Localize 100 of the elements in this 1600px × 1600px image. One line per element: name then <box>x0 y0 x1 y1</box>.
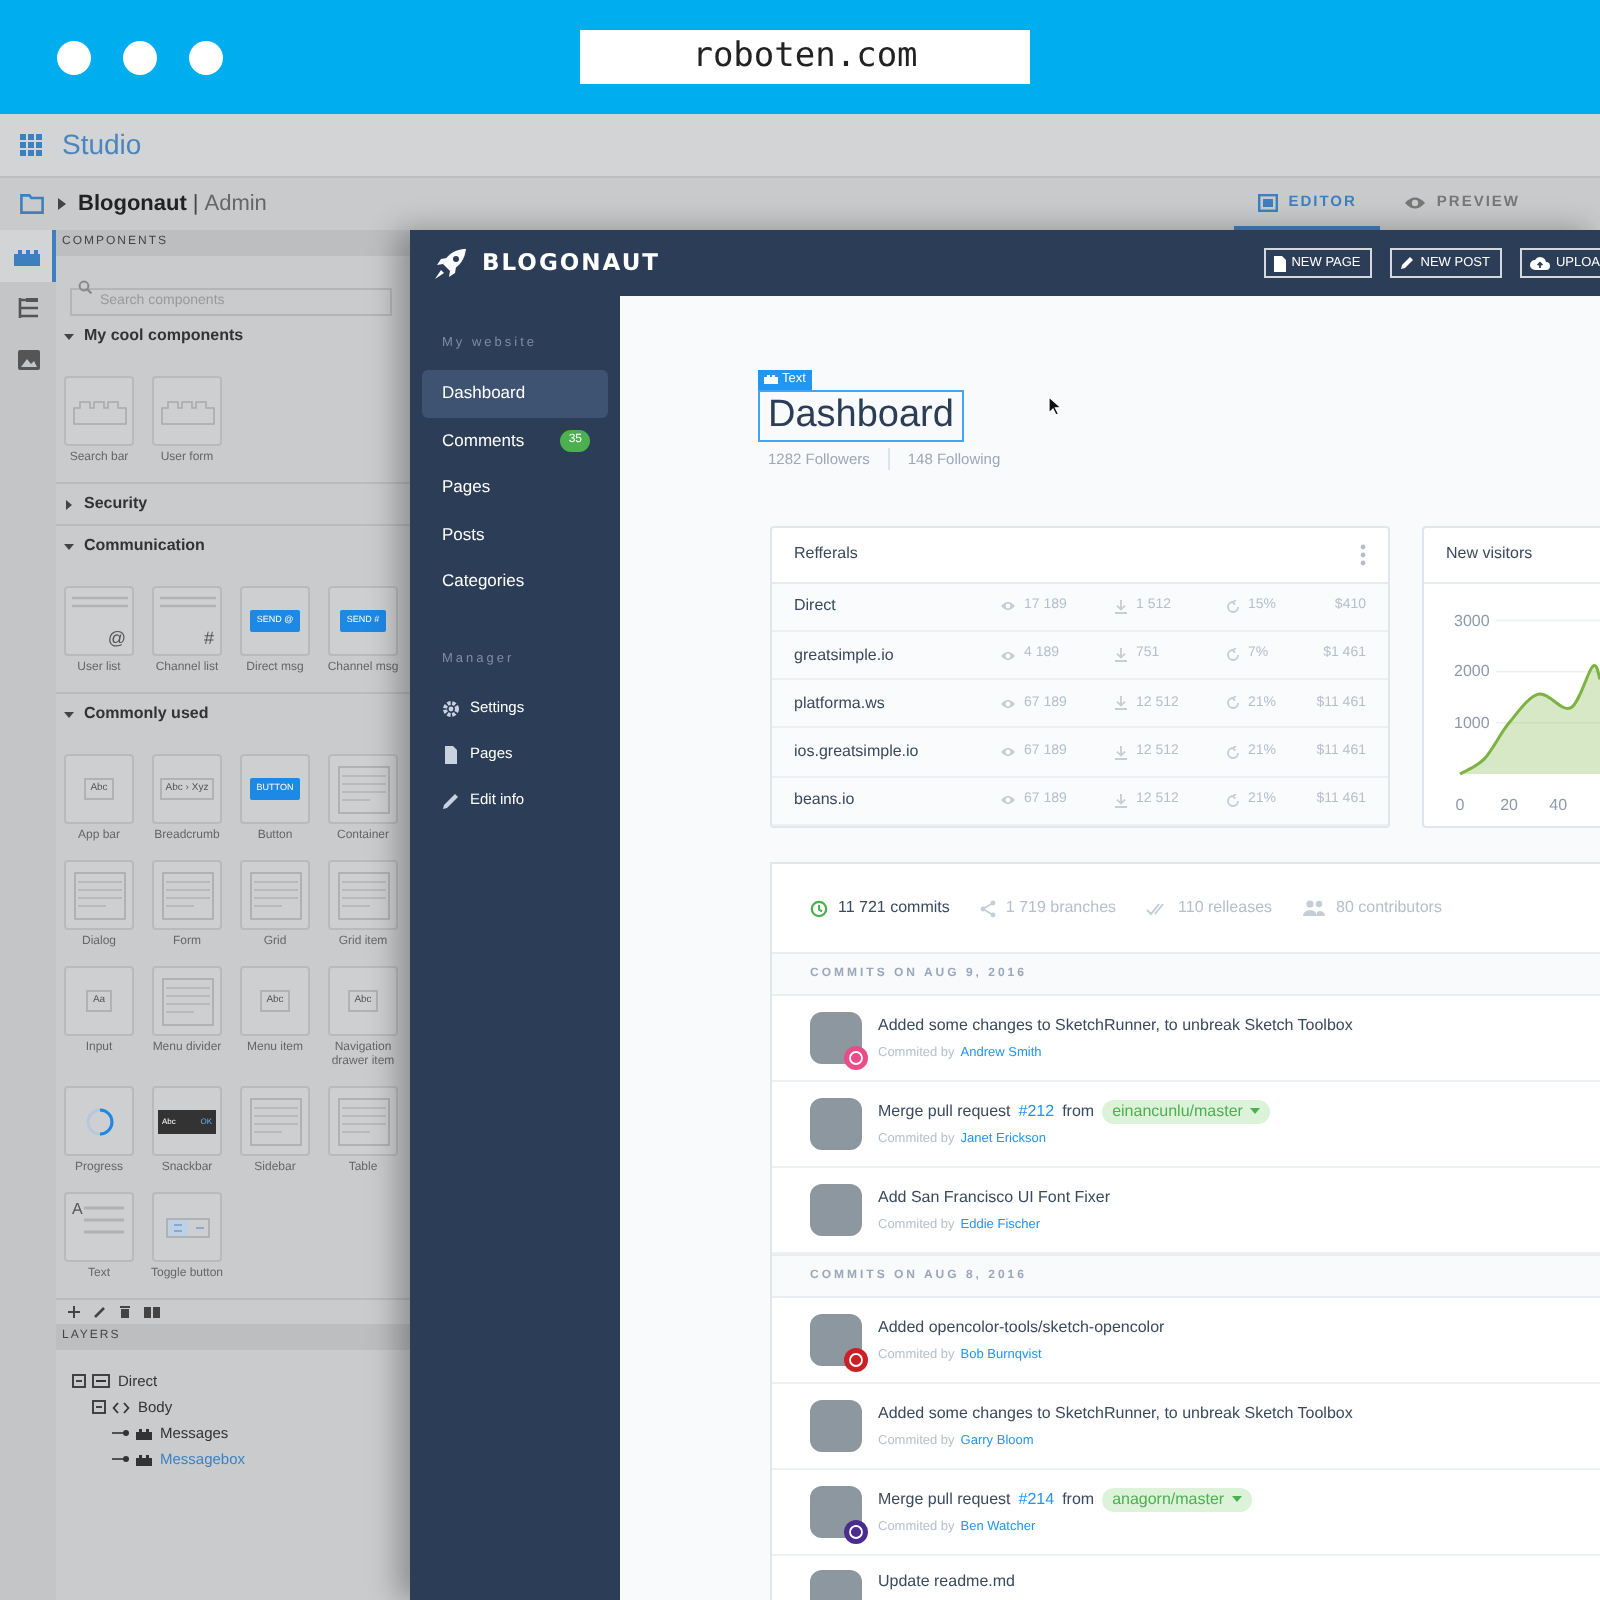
sidebar-item[interactable]: Posts <box>422 511 608 558</box>
pull-request-link[interactable]: #212 <box>1018 1099 1055 1124</box>
pull-request-link[interactable]: #214 <box>1018 1487 1055 1512</box>
add-icon[interactable] <box>68 1306 80 1318</box>
component-tile[interactable] <box>152 966 222 1036</box>
commit-message: Added opencolor-tools/sketch-opencolor <box>878 1315 1165 1340</box>
commit-message: Merge pull request <box>878 1099 1011 1124</box>
layout-drawing <box>249 871 301 919</box>
search-icon <box>78 279 92 293</box>
x-tick-label: 20 <box>1498 795 1520 814</box>
frame-icon <box>92 1374 110 1388</box>
blocks-icon <box>12 246 40 266</box>
refresh-icon <box>1226 745 1240 760</box>
eye-icon <box>1000 794 1016 807</box>
block-icon <box>159 397 215 425</box>
series-name: New visitors <box>1446 542 1533 567</box>
edit-icon[interactable] <box>94 1306 106 1318</box>
tree-icon <box>17 297 39 319</box>
commit-message: from <box>1062 1487 1095 1512</box>
component-tile[interactable] <box>64 376 134 446</box>
component-tile[interactable] <box>328 1086 398 1156</box>
component-tile[interactable]: A <box>64 1192 134 1262</box>
caret-icon <box>64 709 74 719</box>
sidebar-item[interactable]: Pages <box>422 464 608 511</box>
double-check-icon <box>1146 901 1169 915</box>
delete-icon[interactable] <box>120 1306 130 1318</box>
preview-text: A <box>72 1200 83 1218</box>
image-icon <box>17 350 39 370</box>
eye-icon <box>1000 600 1016 613</box>
avatar <box>810 1486 862 1538</box>
refresh-icon <box>1226 793 1240 808</box>
caret-icon <box>64 499 74 509</box>
section-name: Admin <box>204 189 267 220</box>
page-icon <box>1273 255 1286 271</box>
download-icon <box>1114 793 1128 808</box>
list-lines-drawing <box>72 596 128 612</box>
toggle-drawing <box>165 1217 209 1237</box>
more-icon[interactable] <box>1360 543 1366 566</box>
download-icon <box>1114 648 1128 663</box>
commit-message: Added some changes to SketchRunner, to unbreak Sketch Toolbox <box>878 1401 1353 1426</box>
people-icon <box>1302 900 1327 916</box>
card-title: Refferals <box>794 542 858 567</box>
eye-icon <box>1404 195 1427 209</box>
share-icon <box>979 899 996 917</box>
refresh-icon <box>1226 648 1240 663</box>
component-tile[interactable] <box>64 1086 134 1156</box>
tree-branch-icon <box>112 1454 130 1464</box>
x-tick-label: 40 <box>1547 795 1570 814</box>
component-tile[interactable] <box>328 754 398 824</box>
block-icon <box>71 397 127 425</box>
component-tile[interactable]: # <box>152 586 222 656</box>
refresh-icon <box>1226 696 1240 711</box>
expander-icon[interactable] <box>92 1400 106 1414</box>
commit-message: Add San Francisco UI Font Fixer <box>878 1185 1111 1210</box>
sidebar-item[interactable]: Dashboard <box>422 370 608 417</box>
expander-icon[interactable] <box>72 1374 86 1388</box>
avatar <box>810 1184 862 1236</box>
block-icon <box>136 1453 152 1465</box>
preview-text: @ <box>107 628 126 648</box>
rail-button[interactable] <box>0 230 56 282</box>
code-icon <box>112 1401 130 1413</box>
eye-icon <box>1000 746 1016 759</box>
caret-icon <box>64 331 74 341</box>
page-icon <box>442 745 460 763</box>
eye-icon <box>1000 649 1016 662</box>
layout-drawing <box>337 1097 389 1145</box>
download-icon <box>1114 745 1128 760</box>
project-name: Blogonaut <box>78 189 187 220</box>
section-header[interactable]: Commonly used <box>56 694 410 734</box>
caret-icon <box>64 541 74 551</box>
caret-icon <box>1232 1496 1243 1503</box>
component-tile[interactable] <box>152 860 222 930</box>
address-bar[interactable]: roboten.com <box>580 30 1030 84</box>
component-tile[interactable]: @ <box>64 586 134 656</box>
caret-icon <box>1250 1108 1261 1115</box>
section-header[interactable]: Security <box>56 484 410 524</box>
component-tile[interactable] <box>240 860 310 930</box>
layout-drawing <box>73 871 125 919</box>
component-tile[interactable] <box>328 860 398 930</box>
sidebar-item[interactable]: Categories <box>422 558 608 605</box>
stat-tab[interactable]: 11 721 commits <box>810 896 950 920</box>
block-icon <box>136 1427 152 1439</box>
component-tile[interactable] <box>152 376 222 446</box>
refresh-icon <box>1226 599 1240 614</box>
list-lines-drawing <box>160 596 216 612</box>
commit-message: Merge pull request <box>878 1487 1011 1512</box>
cursor-icon <box>1048 396 1062 416</box>
component-tile[interactable] <box>240 1086 310 1156</box>
component-tile[interactable] <box>152 1192 222 1262</box>
page-title: Dashboard <box>758 389 964 442</box>
gear-icon <box>442 699 460 717</box>
section-header[interactable]: My cool components <box>56 316 410 356</box>
component-tile[interactable] <box>64 860 134 930</box>
breadcrumb-separator: | <box>192 189 199 220</box>
app-title: Studio <box>62 126 142 164</box>
section-header[interactable]: Communication <box>56 526 410 566</box>
caret-icon <box>58 198 66 210</box>
book-icon[interactable] <box>144 1306 160 1318</box>
cloud-upload-icon <box>1529 256 1550 270</box>
referral-source: ios.greatsimple.io <box>794 740 921 765</box>
